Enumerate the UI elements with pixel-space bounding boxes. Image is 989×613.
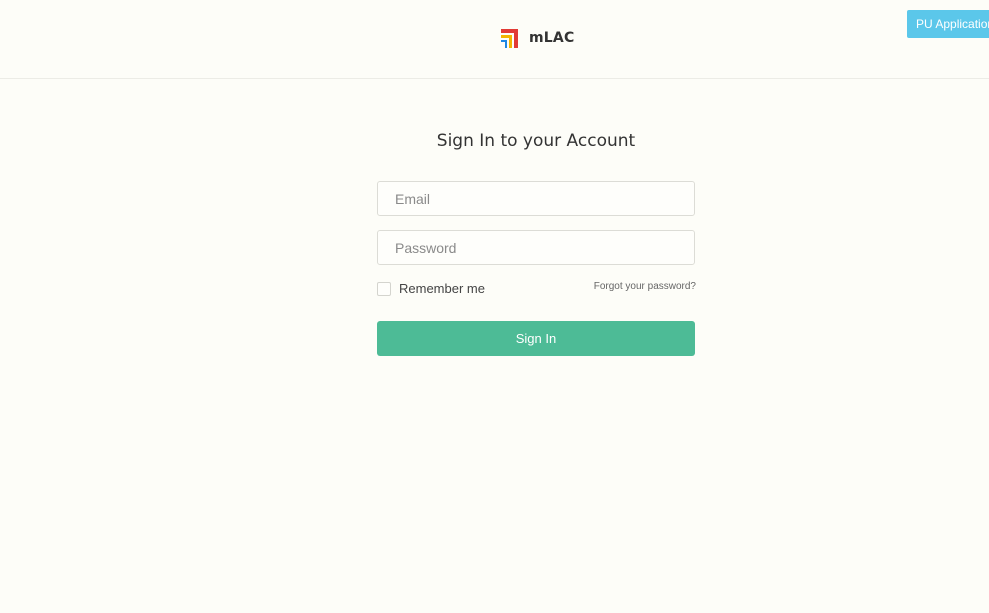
remember-me-label: Remember me — [399, 281, 485, 296]
mlac-logo-icon — [501, 29, 518, 48]
password-field[interactable] — [377, 230, 695, 265]
remember-me-option[interactable]: Remember me — [377, 281, 485, 296]
forgot-password-link[interactable]: Forgot your password? — [560, 281, 696, 292]
email-field[interactable] — [377, 181, 695, 216]
sign-in-button[interactable]: Sign In — [377, 321, 695, 356]
page-title: Sign In to your Account — [436, 131, 636, 151]
remember-me-checkbox[interactable] — [377, 281, 391, 296]
pu-application-button[interactable]: PU Application — [907, 10, 989, 38]
top-navbar: mLAC PU Application — [0, 0, 989, 79]
brand[interactable]: mLAC — [499, 26, 574, 50]
brand-name: mLAC — [529, 30, 575, 46]
